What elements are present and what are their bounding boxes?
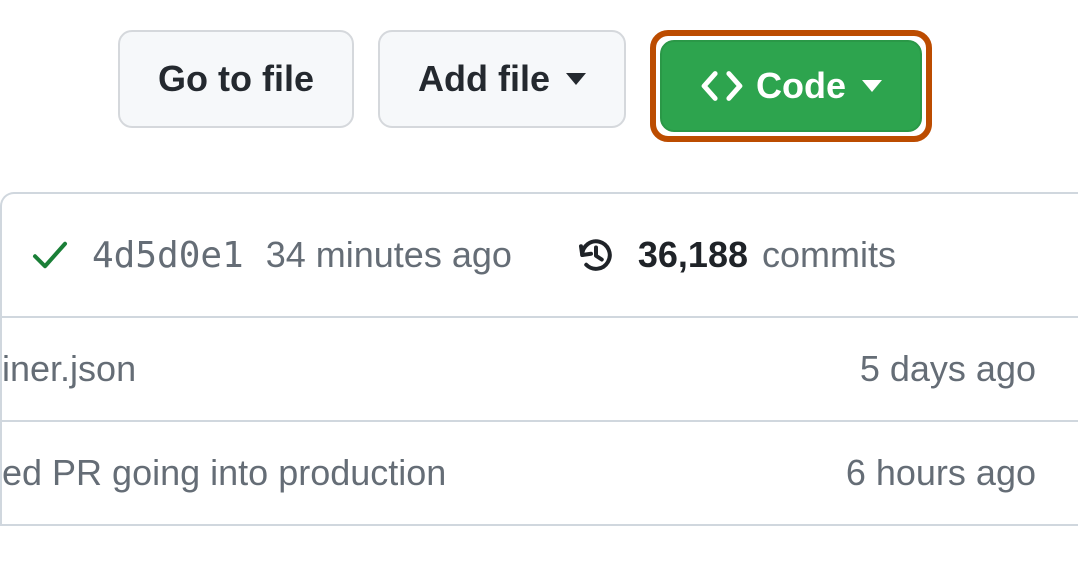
table-row[interactable]: ed PR going into production 6 hours ago — [2, 422, 1078, 524]
latest-commit-bar: 4d5d0e1 34 minutes ago 36,188 commits — [2, 194, 1078, 318]
file-time[interactable]: 5 days ago — [860, 348, 1036, 390]
go-to-file-button[interactable]: Go to file — [118, 30, 354, 128]
file-commit-message[interactable]: ed PR going into production — [2, 452, 446, 494]
add-file-button[interactable]: Add file — [378, 30, 626, 128]
code-label: Code — [756, 65, 846, 107]
file-commit-message[interactable]: iner.json — [2, 348, 136, 390]
table-row[interactable]: iner.json 5 days ago — [2, 318, 1078, 422]
repo-toolbar: Go to file Add file Code — [0, 0, 1078, 172]
go-to-file-label: Go to file — [158, 58, 314, 100]
history-icon[interactable] — [576, 235, 616, 275]
check-icon — [30, 235, 70, 275]
code-button-highlight: Code — [650, 30, 932, 142]
commit-count[interactable]: 36,188 — [638, 234, 748, 276]
caret-down-icon — [862, 80, 882, 92]
commit-hash[interactable]: 4d5d0e1 — [92, 235, 244, 276]
add-file-label: Add file — [418, 58, 550, 100]
commit-time[interactable]: 34 minutes ago — [266, 234, 512, 276]
code-button[interactable]: Code — [660, 40, 922, 132]
file-time[interactable]: 6 hours ago — [846, 452, 1036, 494]
code-icon — [700, 64, 744, 108]
commit-count-label: commits — [762, 234, 896, 276]
caret-down-icon — [566, 73, 586, 85]
commits-panel: 4d5d0e1 34 minutes ago 36,188 commits in… — [0, 192, 1078, 526]
